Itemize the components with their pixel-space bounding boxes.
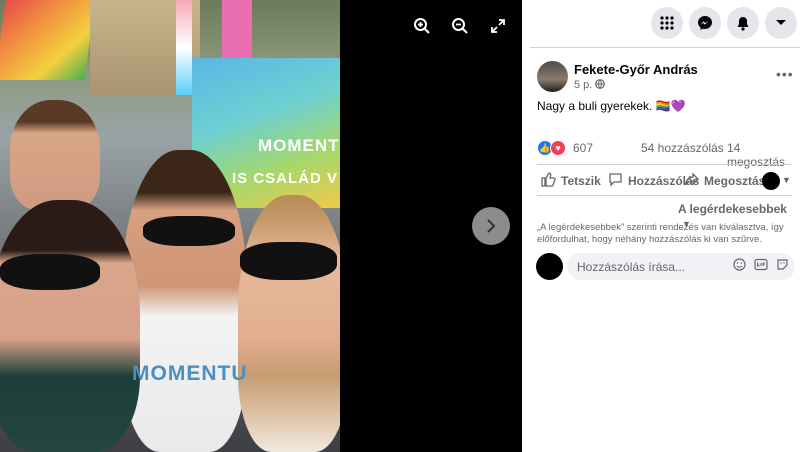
sort-note: „A legérdekesebbek” szerinti rendezés va… xyxy=(537,222,784,245)
trans-flag xyxy=(176,0,192,95)
share-label: Megosztás xyxy=(704,174,766,188)
sunglasses-right xyxy=(240,242,337,280)
messenger-icon[interactable] xyxy=(689,7,721,39)
sunglasses-left xyxy=(0,254,100,290)
globe-icon xyxy=(595,79,606,91)
comment-input-placeholder: Hozzászólás írása... xyxy=(577,260,686,274)
reactions-summary[interactable]: 👍 ♥ 607 xyxy=(537,140,593,156)
share-audience-chevron-icon[interactable]: ▼ xyxy=(782,175,791,185)
chevron-right-icon xyxy=(484,213,498,239)
sticker-icon[interactable] xyxy=(776,258,789,274)
shirt-print: MOMENTU xyxy=(132,362,248,385)
like-button[interactable]: Tetszik xyxy=(541,172,601,190)
post-author[interactable]: Fekete-Győr András xyxy=(574,62,698,77)
person-woman-left xyxy=(0,200,140,452)
comment-sort-label: A legérdekesebbek xyxy=(678,202,787,216)
reactions-count: 607 xyxy=(573,141,594,155)
post-meta: 5 p. xyxy=(574,79,606,91)
emoji-icon[interactable] xyxy=(733,258,746,274)
thumbs-up-icon xyxy=(541,172,556,190)
top-divider xyxy=(530,47,800,48)
share-audience-avatar[interactable] xyxy=(762,172,780,190)
like-label: Tetszik xyxy=(561,174,601,188)
comment-input[interactable]: Hozzászólás írása... xyxy=(567,253,795,280)
banner-text-2: IS CSALÁD V xyxy=(232,170,339,187)
person-background xyxy=(10,100,100,210)
actions-divider-top xyxy=(537,164,792,165)
notifications-icon[interactable] xyxy=(727,7,759,39)
commenter-avatar[interactable] xyxy=(536,253,563,280)
rainbow-flag xyxy=(0,0,96,80)
comments-count[interactable]: 54 hozzászólás xyxy=(641,141,724,155)
next-photo-button[interactable] xyxy=(472,207,510,245)
post-photo: MOMENT IS CSALÁD V MOMENTU xyxy=(0,0,340,452)
person-man xyxy=(122,150,247,452)
love-reaction-icon: ♥ xyxy=(550,140,566,156)
zoom-out-icon[interactable] xyxy=(448,14,472,38)
zoom-in-icon[interactable] xyxy=(410,14,434,38)
person-woman-right xyxy=(238,195,340,452)
gif-icon[interactable] xyxy=(754,258,768,274)
comment-icon xyxy=(608,172,623,190)
banner-text-1: MOMENT xyxy=(258,136,340,155)
photo-viewer: MOMENT IS CSALÁD V MOMENTU xyxy=(0,0,522,452)
sunglasses-center xyxy=(143,216,235,246)
post-text: Nagy a buli gyerekek. 🏳️‍🌈💜 xyxy=(537,99,686,113)
top-bar xyxy=(522,0,800,44)
author-avatar[interactable] xyxy=(537,61,568,92)
pink-flag xyxy=(222,0,252,60)
fullscreen-icon[interactable] xyxy=(486,14,510,38)
post-time[interactable]: 5 p. xyxy=(574,79,592,91)
actions-divider-bottom xyxy=(537,195,792,196)
comment-input-tools xyxy=(733,258,789,274)
account-dropdown-icon[interactable] xyxy=(765,7,797,39)
share-button[interactable]: Megosztás xyxy=(684,172,765,190)
share-icon xyxy=(684,172,699,190)
post-options-icon[interactable]: ••• xyxy=(776,66,794,82)
menu-grid-icon[interactable] xyxy=(651,7,683,39)
